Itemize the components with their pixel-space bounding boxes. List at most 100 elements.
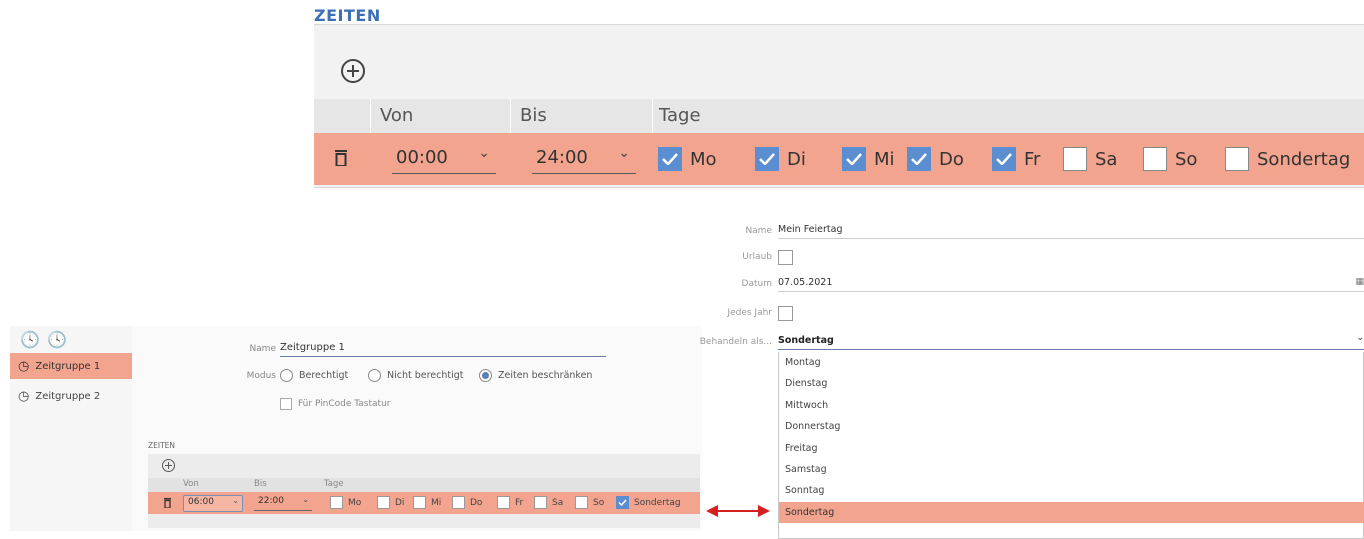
times-panel-zoomed: ZEITEN Von Bis Tage 00:00 ⌄ 24:00 ⌄ Mo D… bbox=[314, 0, 1364, 192]
date-label: Datum bbox=[741, 279, 772, 289]
name-label: Name bbox=[249, 344, 276, 354]
mode-label: Modus bbox=[246, 371, 276, 381]
checkbox-box bbox=[377, 496, 390, 509]
treat-as-dropdown: Montag Dienstag Mittwoch Donnerstag Freitag S… bbox=[778, 352, 1364, 539]
to-time-value: 24:00 bbox=[536, 147, 588, 168]
radio-circle bbox=[479, 369, 492, 382]
table-row: 00:00 ⌄ 24:00 ⌄ Mo Di Mi Do Fr Sa So Sondertag bbox=[314, 133, 1364, 185]
chevron-down-icon: ⌄ bbox=[478, 145, 490, 161]
checkbox-box bbox=[575, 496, 588, 509]
checkbox-box bbox=[330, 496, 343, 509]
day-checkbox-so[interactable]: So bbox=[1143, 146, 1197, 172]
add-time-icon[interactable] bbox=[162, 459, 175, 472]
chevron-down-icon: ⌄ bbox=[1356, 333, 1364, 343]
day-checkbox-fr[interactable]: Fr bbox=[497, 496, 523, 509]
table-row: 06:00 ⌄ 22:00 ⌄ Mo Di Mi Do Fr Sa So Sondertag bbox=[148, 492, 700, 514]
dropdown-option-dienstag[interactable]: Dienstag bbox=[779, 373, 1364, 394]
to-time-select[interactable]: 24:00 ⌄ bbox=[532, 143, 636, 174]
dropdown-option-donnerstag[interactable]: Donnerstag bbox=[779, 416, 1364, 437]
times-table: Von Bis Tage 06:00 ⌄ 22:00 ⌄ Mo Di Mi Do Fr bbox=[148, 454, 700, 528]
day-checkbox-mo[interactable]: Mo bbox=[658, 146, 717, 172]
day-checkbox-di[interactable]: Di bbox=[377, 496, 404, 509]
holiday-name-field[interactable]: Mein Feiertag bbox=[778, 224, 1364, 239]
radio-circle bbox=[368, 369, 381, 382]
vacation-label: Urlaub bbox=[742, 252, 772, 262]
day-checkbox-so[interactable]: So bbox=[575, 496, 604, 509]
table-header: Von Bis Tage bbox=[314, 99, 1364, 133]
checkbox-box bbox=[1063, 147, 1087, 171]
day-checkbox-sondertag[interactable]: Sondertag bbox=[616, 496, 681, 509]
sidebar-item-label: Zeitgruppe 1 bbox=[35, 360, 101, 372]
sidebar-item-zeitgruppe-1[interactable]: ◷ Zeitgruppe 1 bbox=[10, 353, 140, 379]
name-field[interactable]: Zeitgruppe 1 bbox=[280, 342, 606, 357]
dropdown-option-mittwoch[interactable]: Mittwoch bbox=[779, 395, 1364, 416]
holiday-form: Name Mein Feiertag Urlaub Datum 07.05.20… bbox=[700, 222, 1364, 539]
checkmark-icon bbox=[992, 147, 1016, 171]
day-checkbox-mi[interactable]: Mi bbox=[413, 496, 441, 509]
trash-icon[interactable] bbox=[335, 150, 347, 166]
radio-zeiten-beschraenken[interactable]: Zeiten beschränken bbox=[479, 369, 592, 382]
dropdown-option-sonntag[interactable]: Sonntag bbox=[779, 480, 1364, 501]
from-time-select[interactable]: 06:00 ⌄ bbox=[183, 495, 243, 512]
clock-icon: ◷ bbox=[18, 358, 30, 374]
radio-nicht-berechtigt[interactable]: Nicht berechtigt bbox=[368, 369, 464, 382]
checkbox-box bbox=[280, 398, 292, 410]
add-clock-icon[interactable]: 🕓 bbox=[20, 330, 40, 349]
checkbox-box bbox=[1225, 147, 1249, 171]
checkmark-icon bbox=[616, 496, 629, 509]
day-checkbox-mo[interactable]: Mo bbox=[330, 496, 361, 509]
checkmark-icon bbox=[658, 147, 682, 171]
checkmark-icon bbox=[755, 147, 779, 171]
date-field[interactable]: 07.05.2021 ▦ bbox=[778, 277, 1364, 292]
sidebar-item-zeitgruppe-2[interactable]: ◷ Zeitgruppe 2 bbox=[10, 383, 132, 409]
header-tage: Tage bbox=[659, 105, 701, 126]
clock-icon: ◷ bbox=[18, 388, 30, 404]
chevron-down-icon: ⌄ bbox=[232, 496, 239, 505]
day-checkbox-mi[interactable]: Mi bbox=[842, 146, 895, 172]
from-time-select[interactable]: 00:00 ⌄ bbox=[392, 143, 496, 174]
main-form: Name Zeitgruppe 1 Modus Berechtigt Nicht… bbox=[132, 326, 702, 531]
day-checkbox-fr[interactable]: Fr bbox=[992, 146, 1040, 172]
checkmark-icon bbox=[842, 147, 866, 171]
checkbox-box bbox=[452, 496, 465, 509]
dropdown-option-freitag[interactable]: Freitag bbox=[779, 438, 1364, 459]
checkbox-box bbox=[497, 496, 510, 509]
radio-berechtigt[interactable]: Berechtigt bbox=[280, 369, 348, 382]
add-time-icon[interactable] bbox=[341, 59, 365, 83]
day-checkbox-sondertag[interactable]: Sondertag bbox=[1225, 146, 1350, 172]
day-checkbox-sa[interactable]: Sa bbox=[534, 496, 563, 509]
checkbox-box bbox=[413, 496, 426, 509]
times-table: Von Bis Tage 00:00 ⌄ 24:00 ⌄ Mo Di Mi Do Fr S… bbox=[314, 24, 1364, 188]
day-checkbox-sa[interactable]: Sa bbox=[1063, 146, 1117, 172]
header-von: Von bbox=[380, 105, 414, 126]
time-group-editor: 🕓 🕓 ◷ Zeitgruppe 1 ◷ Zeitgruppe 2 Name Z… bbox=[10, 326, 702, 531]
radio-circle bbox=[280, 369, 293, 382]
day-checkbox-do[interactable]: Do bbox=[907, 146, 964, 172]
checkbox-box bbox=[534, 496, 547, 509]
treat-as-select[interactable]: Sondertag ⌄ bbox=[778, 333, 1364, 350]
checkmark-icon bbox=[907, 147, 931, 171]
table-header: Von Bis Tage bbox=[148, 478, 700, 492]
calendar-icon[interactable]: ▦ bbox=[1355, 277, 1364, 287]
every-year-checkbox[interactable] bbox=[778, 306, 793, 321]
sidebar-item-label: Zeitgruppe 2 bbox=[35, 390, 101, 402]
to-time-select[interactable]: 22:00 ⌄ bbox=[254, 495, 312, 511]
chevron-down-icon: ⌄ bbox=[618, 145, 630, 161]
vacation-checkbox[interactable] bbox=[778, 250, 793, 265]
dropdown-option-montag[interactable]: Montag bbox=[779, 352, 1364, 373]
name-label: Name bbox=[745, 226, 772, 236]
trash-icon[interactable] bbox=[164, 498, 171, 508]
day-checkbox-do[interactable]: Do bbox=[452, 496, 482, 509]
sidebar: 🕓 🕓 ◷ Zeitgruppe 1 ◷ Zeitgruppe 2 bbox=[10, 326, 140, 531]
day-checkbox-di[interactable]: Di bbox=[755, 146, 806, 172]
section-title: ZEITEN bbox=[314, 6, 381, 25]
chevron-down-icon: ⌄ bbox=[302, 495, 309, 504]
checkbox-box bbox=[1143, 147, 1167, 171]
remove-clock-icon[interactable]: 🕓 bbox=[47, 330, 67, 349]
dropdown-option-samstag[interactable]: Samstag bbox=[779, 459, 1364, 480]
pincode-checkbox[interactable]: Für PinCode Tastatur bbox=[280, 398, 390, 410]
header-bis: Bis bbox=[520, 105, 547, 126]
every-year-label: Jedes Jahr bbox=[727, 308, 772, 318]
treat-as-label: Behandeln als... bbox=[699, 337, 772, 347]
dropdown-option-sondertag[interactable]: Sondertag bbox=[779, 501, 1364, 523]
